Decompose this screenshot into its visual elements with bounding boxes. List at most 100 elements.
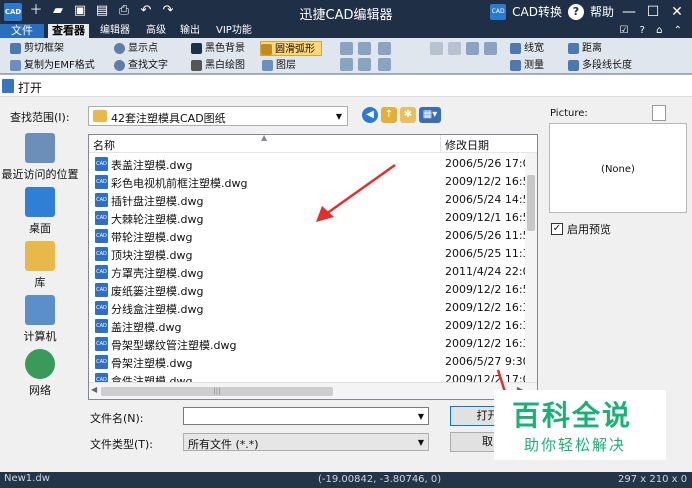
- zoom-in-icon[interactable]: [378, 42, 391, 55]
- table-row[interactable]: CAD 带轮注塑模.dwg 2006/5/26 11:5: [91, 227, 527, 245]
- print-icon[interactable]: ⎙: [116, 3, 132, 19]
- close-button[interactable]: ✕: [668, 4, 686, 20]
- file-name: 盖注塑模.dwg: [111, 321, 182, 334]
- tab-viewer[interactable]: 查看器: [48, 24, 89, 38]
- table-row[interactable]: CAD 插针盘注塑模.dwg 2006/5/24 14:5: [91, 191, 527, 209]
- place-computer[interactable]: 计算机: [0, 295, 80, 344]
- fit-icon[interactable]: [340, 58, 353, 71]
- file-name: 分线盒注塑模.dwg: [111, 303, 204, 316]
- save-icon[interactable]: ▣: [72, 3, 88, 19]
- tab-file[interactable]: 文件: [0, 24, 44, 38]
- zoom-icon[interactable]: [358, 42, 371, 55]
- look-in-select[interactable]: 42套注塑模具CAD图纸 ▼: [88, 106, 348, 126]
- dialog-app-icon: [2, 79, 14, 93]
- polyline-length-button[interactable]: 多段线长度: [568, 58, 632, 73]
- document-tab[interactable]: New1.dw: [4, 473, 50, 484]
- table-row[interactable]: CAD 大棘轮注塑模.dwg 2009/12/1 16:5: [91, 209, 527, 227]
- tab-output[interactable]: 输出: [176, 24, 204, 38]
- filename-input[interactable]: ▼: [183, 407, 429, 425]
- table-row[interactable]: CAD 骨架注塑模.dwg 2006/5/27 9:30: [91, 353, 527, 371]
- checkbox-checked-icon[interactable]: ✓: [551, 223, 563, 235]
- table-row[interactable]: CAD 彩色电视机前框注塑模.dwg 2009/12/2 16:5: [91, 173, 527, 191]
- tab-editor[interactable]: 编辑器: [96, 24, 134, 38]
- table-row[interactable]: CAD 盖注塑模.dwg 2009/12/2 16:3: [91, 317, 527, 335]
- mirror-icon[interactable]: [484, 42, 497, 55]
- table-row[interactable]: CAD 骨架型螺纹管注塑模.dwg 2009/12/2 16:3: [91, 335, 527, 353]
- tab-vip[interactable]: VIP功能: [212, 24, 256, 38]
- scroll-left-icon[interactable]: ◀: [91, 385, 97, 394]
- app-logo-icon: CAD: [4, 3, 22, 21]
- new-file-icon[interactable]: ＋: [28, 3, 44, 19]
- horizontal-scrollbar[interactable]: ◀ ||| ▶: [89, 382, 537, 399]
- zoom-out-icon[interactable]: [378, 58, 391, 71]
- minimize-button[interactable]: —: [620, 4, 638, 20]
- undo-icon[interactable]: ↶: [138, 3, 154, 19]
- horizontal-scroll-thumb[interactable]: |||: [101, 387, 333, 396]
- table-row[interactable]: CAD 表盖注塑模.dwg 2006/5/26 17:0: [91, 155, 527, 173]
- enable-preview-checkbox[interactable]: ✓ 启用预览: [551, 221, 611, 237]
- cad-convert-button[interactable]: CAD转换: [512, 3, 562, 20]
- table-row[interactable]: CAD 顶块注塑模.dwg 2006/5/25 11:3: [91, 245, 527, 263]
- table-row[interactable]: CAD 分线盒注塑模.dwg 2009/12/2 16:3: [91, 299, 527, 317]
- desktop-icon: [25, 187, 55, 217]
- table-row[interactable]: CAD 方罩壳注塑模.dwg 2011/4/24 22:0: [91, 263, 527, 281]
- ribbon-controls-icon[interactable]: ☑ ? ⌂ ⌃: [619, 25, 686, 36]
- chevron-down-icon[interactable]: ▼: [418, 412, 424, 421]
- distance-button[interactable]: 距离: [568, 41, 602, 56]
- filetype-select[interactable]: 所有文件 (*.*) ▼: [183, 433, 429, 451]
- place-desktop[interactable]: 桌面: [0, 187, 80, 236]
- file-date: 2009/12/2 16:3: [445, 301, 527, 314]
- cad-convert-icon: CAD: [490, 3, 507, 20]
- save-as-icon[interactable]: ▤: [94, 3, 110, 19]
- dwg-file-icon: CAD: [95, 355, 108, 369]
- maximize-button[interactable]: ☐: [644, 4, 662, 20]
- drawing-size: 297 x 210 x 0: [618, 474, 688, 485]
- vertical-scrollbar[interactable]: [525, 153, 537, 383]
- smooth-arc-button[interactable]: 圆滑弧形: [260, 41, 322, 56]
- help-button[interactable]: 帮助: [590, 3, 614, 20]
- show-points-button[interactable]: 显示点: [114, 41, 158, 56]
- place-library[interactable]: 库: [0, 241, 80, 290]
- back-arrow-icon[interactable]: ◀: [362, 107, 378, 123]
- open-folder-icon[interactable]: ▰: [50, 3, 66, 19]
- line-width-button[interactable]: 线宽: [510, 41, 544, 56]
- redo-icon[interactable]: ↷: [160, 3, 176, 19]
- dwg-file-icon: CAD: [95, 283, 108, 297]
- table-row[interactable]: CAD 废纸篓注塑模.dwg 2009/12/2 16:5: [91, 281, 527, 299]
- preview-box: (None): [549, 123, 687, 213]
- column-date[interactable]: 修改日期: [445, 137, 489, 153]
- chevron-down-icon: ▼: [417, 438, 424, 447]
- measure-button[interactable]: 测量: [510, 58, 544, 73]
- library-icon: [25, 241, 55, 271]
- crop-frame-button[interactable]: 剪切框架: [10, 41, 64, 56]
- points-icon: [114, 43, 125, 54]
- black-background-button[interactable]: 黑色背景: [191, 41, 245, 56]
- forward-icon[interactable]: [448, 42, 461, 55]
- vertical-scroll-thumb[interactable]: [527, 175, 535, 231]
- new-folder-icon[interactable]: ✱: [400, 107, 416, 123]
- place-network[interactable]: 网络: [0, 349, 80, 398]
- layers-button[interactable]: 图层: [262, 58, 296, 73]
- tab-advanced[interactable]: 高级: [142, 24, 170, 38]
- place-recent[interactable]: 最近访问的位置: [0, 133, 80, 182]
- measure-icon: [510, 60, 521, 71]
- pan-icon[interactable]: [358, 58, 371, 71]
- column-separator[interactable]: [440, 135, 441, 153]
- dwg-file-icon: CAD: [95, 265, 108, 279]
- zoom-window-icon[interactable]: [340, 42, 353, 55]
- rotate-icon[interactable]: [466, 42, 479, 55]
- file-name: 废纸篓注塑模.dwg: [111, 285, 204, 298]
- bw-icon: [191, 60, 202, 71]
- up-folder-icon[interactable]: ↑: [381, 107, 397, 123]
- bw-drawing-button[interactable]: 黑白绘图: [191, 58, 245, 73]
- copy-emf-button[interactable]: 复制为EMF格式: [10, 58, 95, 73]
- file-list[interactable]: 名称 ▲ 修改日期 CAD 表盖注塑模.dwg 2006/5/26 17:0 CAD 彩…: [88, 134, 538, 400]
- back-icon[interactable]: [430, 42, 443, 55]
- find-text-button[interactable]: 查找文字: [114, 58, 168, 73]
- column-name[interactable]: 名称: [93, 137, 115, 153]
- copy-icon: [10, 60, 21, 71]
- file-name: 骨架型螺纹管注塑模.dwg: [111, 339, 237, 352]
- file-name: 骨架注塑模.dwg: [111, 357, 193, 370]
- view-menu-icon[interactable]: ▦▾: [419, 107, 441, 123]
- preview-toggle-icon[interactable]: [652, 105, 666, 121]
